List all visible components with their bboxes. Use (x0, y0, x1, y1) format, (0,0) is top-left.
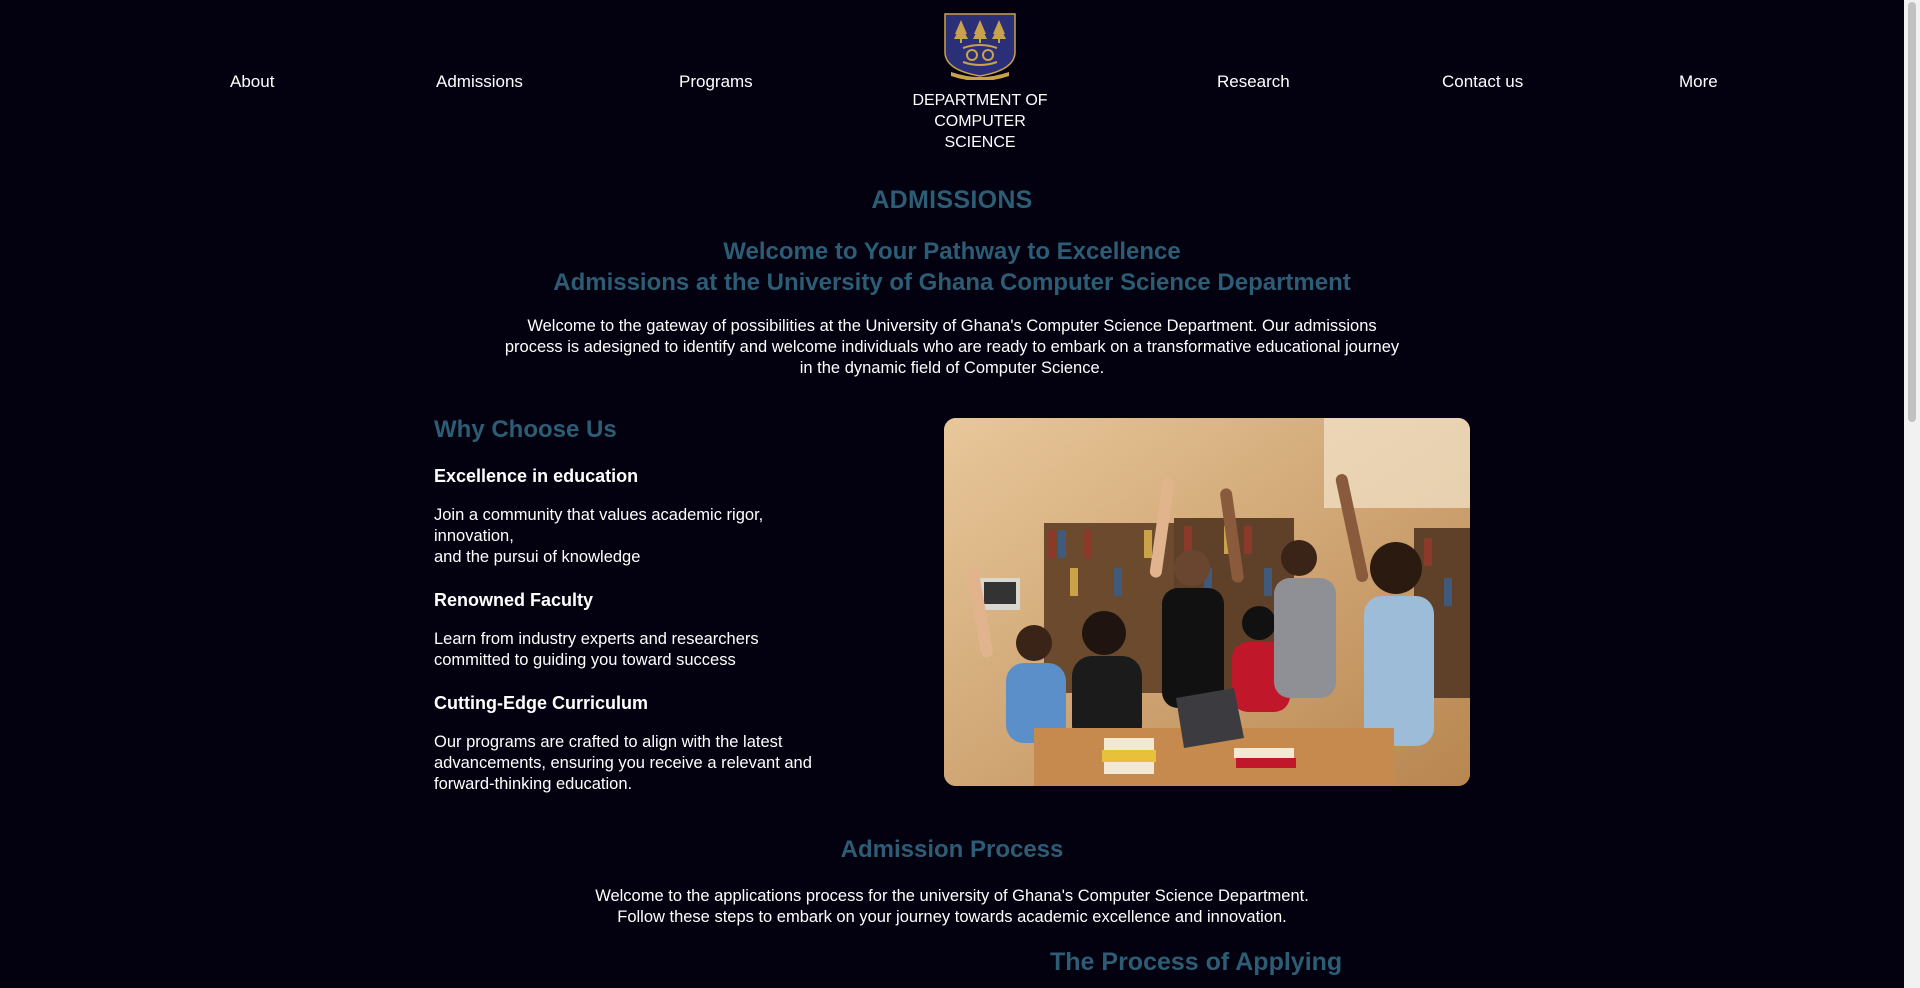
nav-programs[interactable]: Programs (679, 72, 753, 92)
dept-name-line1: DEPARTMENT OF (912, 92, 1048, 109)
nav-admissions[interactable]: Admissions (436, 72, 523, 92)
why-choose-us-title: Why Choose Us (434, 416, 617, 443)
process-of-applying-title: The Process of Applying (1050, 948, 1343, 976)
vertical-scrollbar[interactable] (1904, 0, 1920, 988)
nav-more[interactable]: More (1679, 72, 1718, 92)
scrollbar-thumb[interactable] (1908, 2, 1916, 422)
nav-about[interactable]: About (230, 72, 274, 92)
process-text-line-1: Welcome to the applications process for … (595, 887, 1309, 905)
university-crest-icon (944, 13, 1016, 80)
reason-text: Learn from industry experts and research… (434, 630, 759, 669)
reason-title: Cutting-Edge Curriculum (434, 693, 648, 713)
nav-contact[interactable]: Contact us (1442, 72, 1523, 92)
welcome-heading: Welcome to Your Pathway to Excellence Ad… (0, 236, 1904, 298)
nav-research[interactable]: Research (1217, 72, 1290, 92)
process-text-line-2: Follow these steps to embark on your jou… (617, 908, 1287, 926)
reason-text: Our programs are crafted to align with t… (434, 733, 812, 793)
department-logo[interactable]: DEPARTMENT OF COMPUTER SCIENCE (904, 12, 1056, 153)
reason-title: Excellence in education (434, 466, 639, 486)
dept-name-line2: COMPUTER SCIENCE (934, 113, 1026, 151)
intro-paragraph: Welcome to the gateway of possibilities … (504, 317, 1400, 377)
students-celebrating-photo (944, 418, 1470, 786)
admission-process-text: Welcome to the applications process for … (552, 886, 1352, 928)
admission-process-title: Admission Process (840, 836, 1064, 863)
reason-title: Renowned Faculty (434, 590, 594, 610)
students-photo-illustration (944, 418, 1470, 786)
reason-text: Join a community that values academic ri… (434, 506, 764, 566)
why-choose-us-section: Why Choose Us Excellence in education Jo… (434, 416, 894, 817)
page: About Admissions Programs DEPARTMENT OF … (0, 0, 1904, 988)
page-title: ADMISSIONS (871, 186, 1033, 214)
welcome-line-1: Welcome to Your Pathway to Excellence (723, 238, 1181, 265)
welcome-line-2: Admissions at the University of Ghana Co… (553, 269, 1351, 296)
